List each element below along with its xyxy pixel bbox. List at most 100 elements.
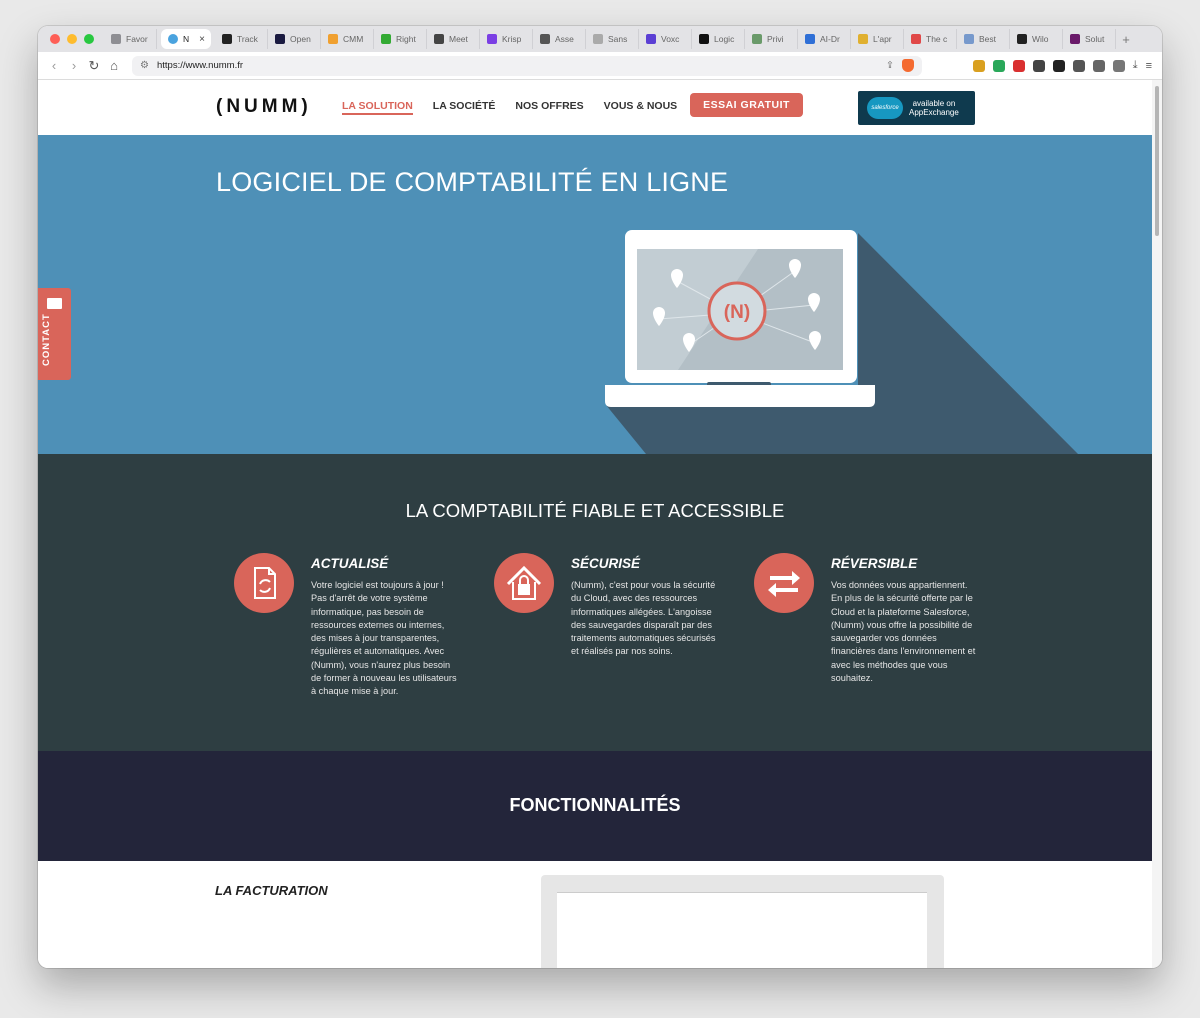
tab-favicon-icon — [593, 34, 603, 44]
browser-tab[interactable]: Favor — [104, 29, 157, 49]
browser-tab[interactable]: Krisp — [480, 29, 533, 49]
hero-title: LOGICIEL DE COMPTABILITÉ EN LIGNE — [216, 167, 729, 197]
page-scrollbar[interactable] — [1152, 80, 1162, 968]
browser-tab[interactable]: Open — [268, 29, 321, 49]
secure-house-lock-icon — [494, 553, 554, 613]
browser-tab[interactable]: Right — [374, 29, 427, 49]
tab-favicon-icon — [487, 34, 497, 44]
tab-label: Right — [396, 34, 416, 44]
extension-icon[interactable] — [1012, 59, 1025, 72]
tab-favicon-icon — [699, 34, 709, 44]
tab-favicon-icon — [540, 34, 550, 44]
zoom-window-button[interactable] — [84, 34, 94, 44]
tab-list: Favor N × Track Open CMM Right Meet Krisp Asse San… — [104, 26, 1116, 52]
close-tab-icon[interactable]: × — [199, 34, 205, 45]
browser-tab[interactable]: Voxc — [639, 29, 692, 49]
badge-line2: AppExchange — [909, 108, 959, 117]
minimize-window-button[interactable] — [67, 34, 77, 44]
extension-icon[interactable] — [1032, 59, 1045, 72]
close-window-button[interactable] — [50, 34, 60, 44]
browser-tab[interactable]: Track — [215, 29, 268, 49]
hero-logo-text: (N) — [724, 302, 750, 323]
brave-shield-icon[interactable] — [902, 59, 914, 72]
extension-icon[interactable] — [992, 59, 1005, 72]
tab-label: Open — [290, 34, 311, 44]
tab-favicon-icon — [1017, 34, 1027, 44]
back-arrow-icon[interactable]: ‹ — [44, 58, 64, 73]
tab-favicon-icon — [222, 34, 232, 44]
tab-favicon-icon — [911, 34, 921, 44]
appexchange-badge[interactable]: salesforce available on AppExchange — [858, 91, 975, 125]
browser-tab[interactable]: N × — [161, 29, 211, 49]
tab-label: Krisp — [502, 34, 522, 44]
tab-label: Asse — [555, 34, 574, 44]
tab-label: CMM — [343, 34, 364, 44]
tab-favicon-icon — [328, 34, 338, 44]
feature-desc: (Numm), c'est pour vous la sécurité du C… — [571, 580, 716, 657]
app-screenshot — [557, 892, 927, 968]
functions-title: FONCTIONNALITÉS — [509, 795, 681, 815]
browser-tab[interactable]: Asse — [533, 29, 586, 49]
features-section: LA COMPTABILITÉ FIABLE ET ACCESSIBLE ACT… — [38, 454, 1152, 751]
browser-tab[interactable]: The c — [904, 29, 957, 49]
free-trial-label: ESSAI GRATUIT — [703, 99, 790, 111]
nav-la-solution[interactable]: LA SOLUTION — [342, 100, 413, 115]
url-text: https://www.numm.fr — [156, 60, 244, 71]
functions-section: FONCTIONNALITÉS — [38, 751, 1152, 861]
app-screenshot-frame — [541, 875, 944, 968]
browser-tab[interactable]: CMM — [321, 29, 374, 49]
badge-line1: available on — [912, 98, 956, 108]
browser-tab[interactable]: Sans — [586, 29, 639, 49]
tab-label: Meet — [449, 34, 468, 44]
nav-vous-et-nous[interactable]: VOUS & NOUS — [604, 100, 678, 115]
free-trial-button[interactable]: ESSAI GRATUIT — [690, 93, 803, 117]
extension-icon[interactable] — [1072, 59, 1085, 72]
browser-tab[interactable]: Privi — [745, 29, 798, 49]
reload-icon[interactable]: ↻ — [84, 58, 104, 74]
new-tab-button[interactable]: + — [1116, 32, 1136, 47]
tab-favicon-icon — [1070, 34, 1080, 44]
download-icon[interactable]: ⤓ — [1133, 59, 1138, 72]
extension-icon[interactable] — [972, 59, 985, 72]
billing-title: LA FACTURATION — [215, 883, 328, 898]
contact-label: CONTACT — [41, 313, 52, 366]
features-title: LA COMPTABILITÉ FIABLE ET ACCESSIBLE — [405, 500, 785, 521]
site-settings-icon[interactable]: ⚙ — [140, 60, 149, 71]
forward-arrow-icon[interactable]: › — [64, 58, 84, 73]
extension-icon[interactable] — [1112, 59, 1125, 72]
browser-tab[interactable]: Meet — [427, 29, 480, 49]
tab-label: Solut — [1085, 34, 1105, 44]
tab-favicon-icon — [111, 34, 121, 44]
feature-desc: Votre logiciel est toujours à jour ! Pas… — [311, 580, 457, 697]
tab-favicon-icon — [168, 34, 178, 44]
tab-label: The c — [926, 34, 948, 44]
nav-nos-offres[interactable]: NOS OFFRES — [515, 100, 583, 115]
browser-tab[interactable]: AI-Dr — [798, 29, 851, 49]
share-icon[interactable]: ⇪ — [886, 60, 894, 71]
tab-favicon-icon — [858, 34, 868, 44]
extension-icon[interactable] — [1052, 59, 1065, 72]
browser-tab[interactable]: Solut — [1063, 29, 1116, 49]
site-logo[interactable]: (NUMM) — [216, 96, 312, 118]
home-icon[interactable]: ⌂ — [104, 58, 124, 73]
window-controls — [38, 34, 104, 44]
scrollbar-thumb[interactable] — [1155, 86, 1159, 236]
browser-tab[interactable]: Best — [957, 29, 1010, 49]
menu-icon[interactable]: ≡ — [1146, 60, 1152, 72]
nav-la-societe[interactable]: LA SOCIÉTÉ — [433, 100, 496, 115]
feature-title: ACTUALISÉ — [311, 556, 389, 571]
tab-favicon-icon — [381, 34, 391, 44]
browser-tab[interactable]: Wilo — [1010, 29, 1063, 49]
contact-tab[interactable]: CONTACT — [38, 288, 71, 380]
browser-tab[interactable]: Logic — [692, 29, 745, 49]
salesforce-cloud-icon: salesforce — [867, 97, 903, 119]
address-bar[interactable]: ⚙ https://www.numm.fr ⇪ — [132, 55, 922, 76]
extension-icon[interactable] — [1092, 59, 1105, 72]
browser-toolbar: ‹ › ↻ ⌂ ⚙ https://www.numm.fr ⇪ ⤓ ≡ — [38, 52, 1162, 80]
tab-label: Sans — [608, 34, 628, 44]
browser-tab[interactable]: L'apr — [851, 29, 904, 49]
tab-bar: Favor N × Track Open CMM Right Meet Krisp Asse San… — [38, 26, 1162, 52]
feature-desc: Vos données vous appartiennent. En plus … — [831, 580, 976, 684]
tab-favicon-icon — [752, 34, 762, 44]
laptop-base — [605, 385, 875, 407]
